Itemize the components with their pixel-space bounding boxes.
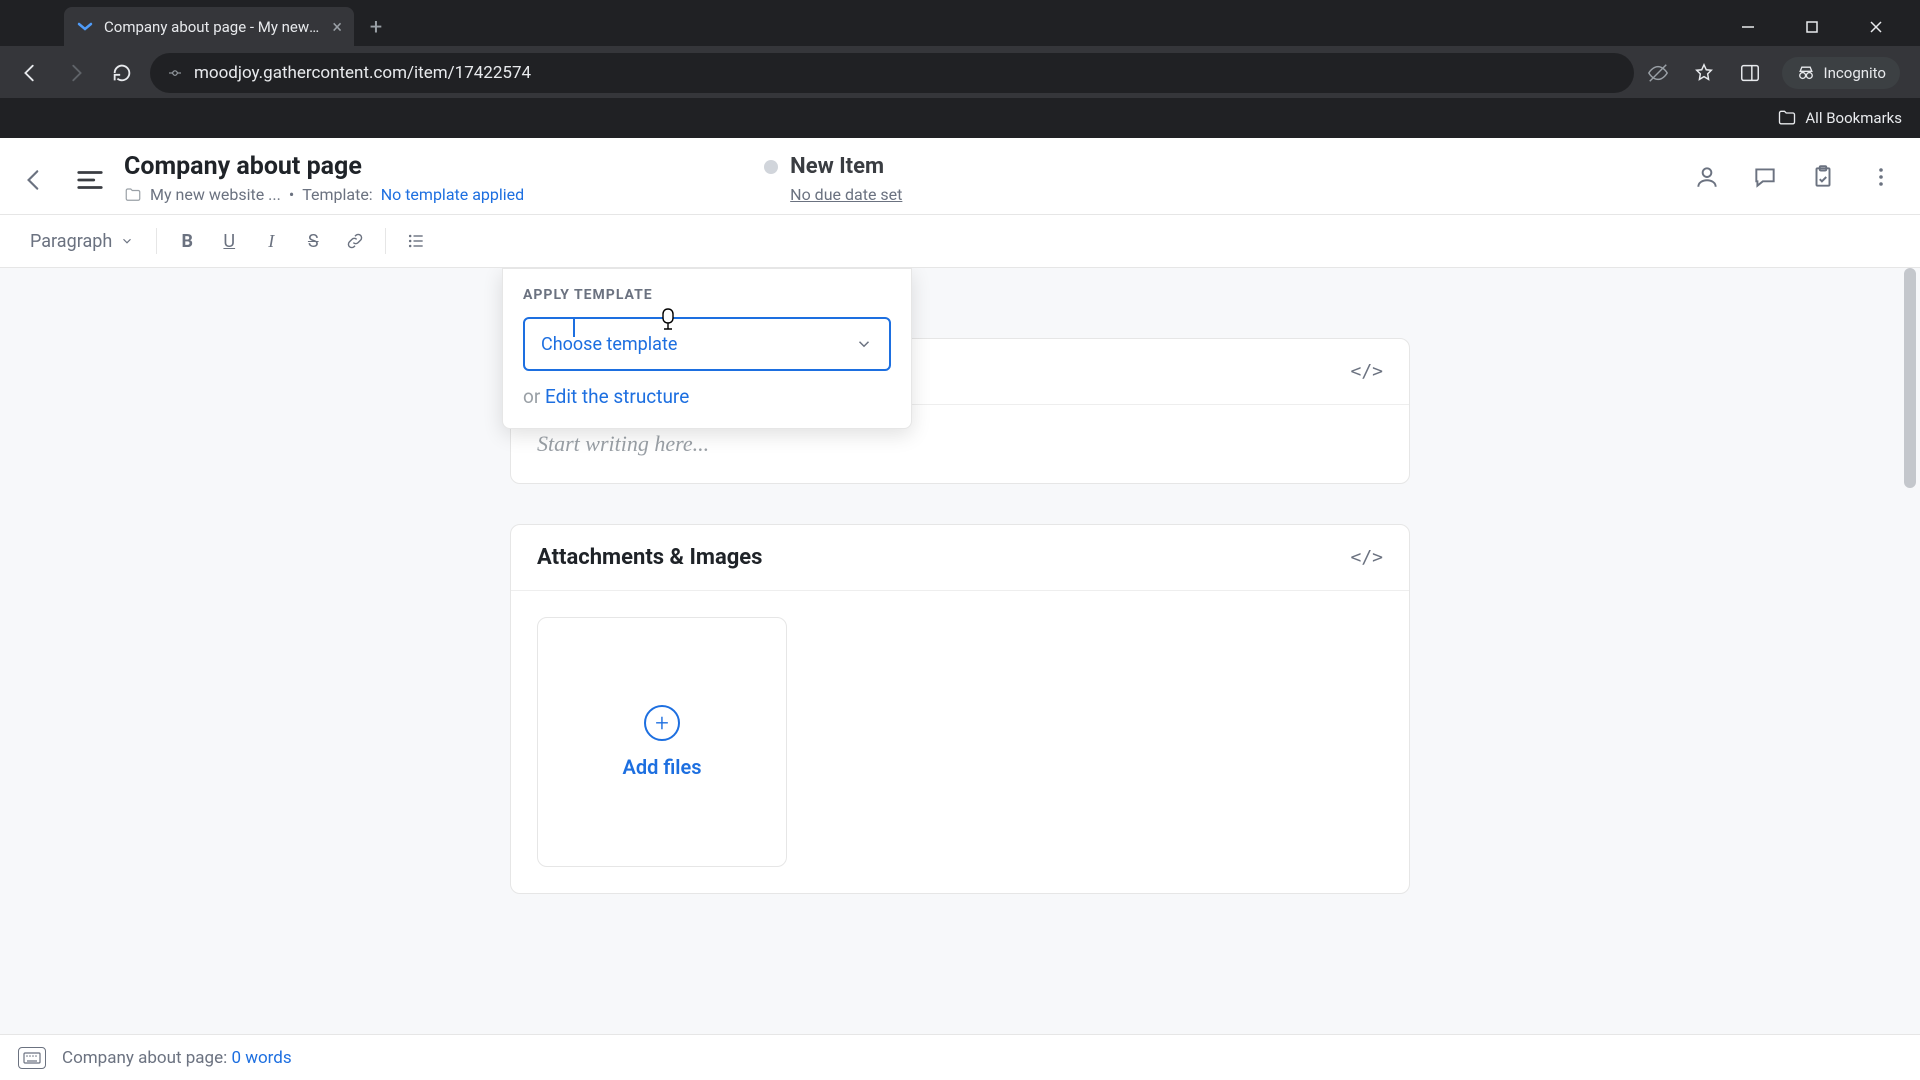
choose-template-dropdown[interactable]: Choose template (523, 317, 891, 371)
apply-template-popover: APPLY TEMPLATE Choose template or Edit t… (502, 268, 912, 429)
due-date-link[interactable]: No due date set (790, 185, 902, 204)
keyboard-icon[interactable] (18, 1047, 46, 1069)
paragraph-style-dropdown[interactable]: Paragraph (20, 227, 144, 256)
assignees-button[interactable] (1692, 162, 1722, 192)
comments-button[interactable] (1750, 162, 1780, 192)
content-editor[interactable]: Start writing here... (537, 431, 1383, 457)
incognito-badge: Incognito (1782, 57, 1900, 89)
add-files-button[interactable]: + Add files (537, 617, 787, 867)
template-link[interactable]: No template applied (381, 185, 524, 204)
url-text: moodjoy.gathercontent.com/item/17422574 (194, 63, 531, 83)
more-menu-button[interactable] (1866, 162, 1896, 192)
editor-toolbar: Paragraph B U I S (0, 215, 1920, 268)
statusbar-page-label: Company about page: (62, 1048, 227, 1068)
all-bookmarks-label: All Bookmarks (1805, 109, 1902, 127)
popover-title: APPLY TEMPLATE (523, 287, 891, 303)
attachments-card: Attachments & Images </> + Add files (510, 524, 1410, 894)
nav-back-button[interactable] (12, 55, 48, 91)
italic-button[interactable]: I (253, 223, 289, 259)
browser-tab[interactable]: Company about page - My new ... × (64, 7, 354, 47)
incognito-label: Incognito (1824, 64, 1886, 82)
status-badge[interactable]: New Item (764, 154, 884, 179)
sidebar-toggle-button[interactable] (68, 158, 112, 202)
bookmark-star-icon[interactable] (1690, 59, 1718, 87)
app-back-button[interactable] (12, 158, 56, 202)
chevron-down-icon (120, 234, 134, 248)
status-label: New Item (790, 154, 884, 179)
status-bar: Company about page: 0 words (0, 1034, 1920, 1080)
plus-circle-icon: + (644, 705, 680, 741)
edit-structure-link[interactable]: Edit the structure (545, 385, 689, 408)
page-title[interactable]: Company about page (124, 152, 524, 181)
template-label: Template: (302, 185, 372, 204)
word-count: 0 words (231, 1048, 291, 1068)
eye-off-icon[interactable] (1644, 59, 1672, 87)
strikethrough-button[interactable]: S (295, 223, 331, 259)
chevron-down-icon (855, 335, 873, 353)
tab-close-icon[interactable]: × (332, 17, 342, 38)
site-info-icon[interactable] (166, 64, 184, 82)
nav-forward-button[interactable] (58, 55, 94, 91)
or-text: or (523, 385, 540, 408)
bold-button[interactable]: B (169, 223, 205, 259)
code-icon[interactable]: </> (1350, 547, 1383, 568)
clipboard-button[interactable] (1808, 162, 1838, 192)
window-close-button[interactable] (1856, 11, 1896, 43)
tab-title: Company about page - My new ... (104, 18, 322, 36)
breadcrumb-project[interactable]: My new website ... (150, 185, 281, 204)
underline-button[interactable]: U (211, 223, 247, 259)
link-button[interactable] (337, 223, 373, 259)
new-tab-button[interactable]: + (360, 11, 392, 43)
favicon-icon (76, 18, 94, 36)
all-bookmarks-button[interactable]: All Bookmarks (1777, 108, 1902, 128)
scrollbar[interactable] (1904, 268, 1918, 1034)
incognito-icon (1796, 63, 1816, 83)
folder-icon (124, 186, 142, 204)
window-minimize-button[interactable] (1728, 11, 1768, 43)
side-panel-icon[interactable] (1736, 59, 1764, 87)
address-bar[interactable]: moodjoy.gathercontent.com/item/17422574 (150, 53, 1634, 93)
attachments-card-title: Attachments & Images (537, 545, 762, 570)
dropdown-label: Choose template (541, 334, 677, 355)
breadcrumb: My new website ... • Template: No templa… (124, 185, 524, 204)
bullet-list-button[interactable] (398, 223, 434, 259)
window-maximize-button[interactable] (1792, 11, 1832, 43)
add-files-label: Add files (622, 755, 701, 779)
status-dot-icon (764, 160, 778, 174)
folder-icon (1777, 108, 1797, 128)
code-icon[interactable]: </> (1350, 361, 1383, 382)
paragraph-label: Paragraph (30, 231, 112, 252)
nav-reload-button[interactable] (104, 55, 140, 91)
